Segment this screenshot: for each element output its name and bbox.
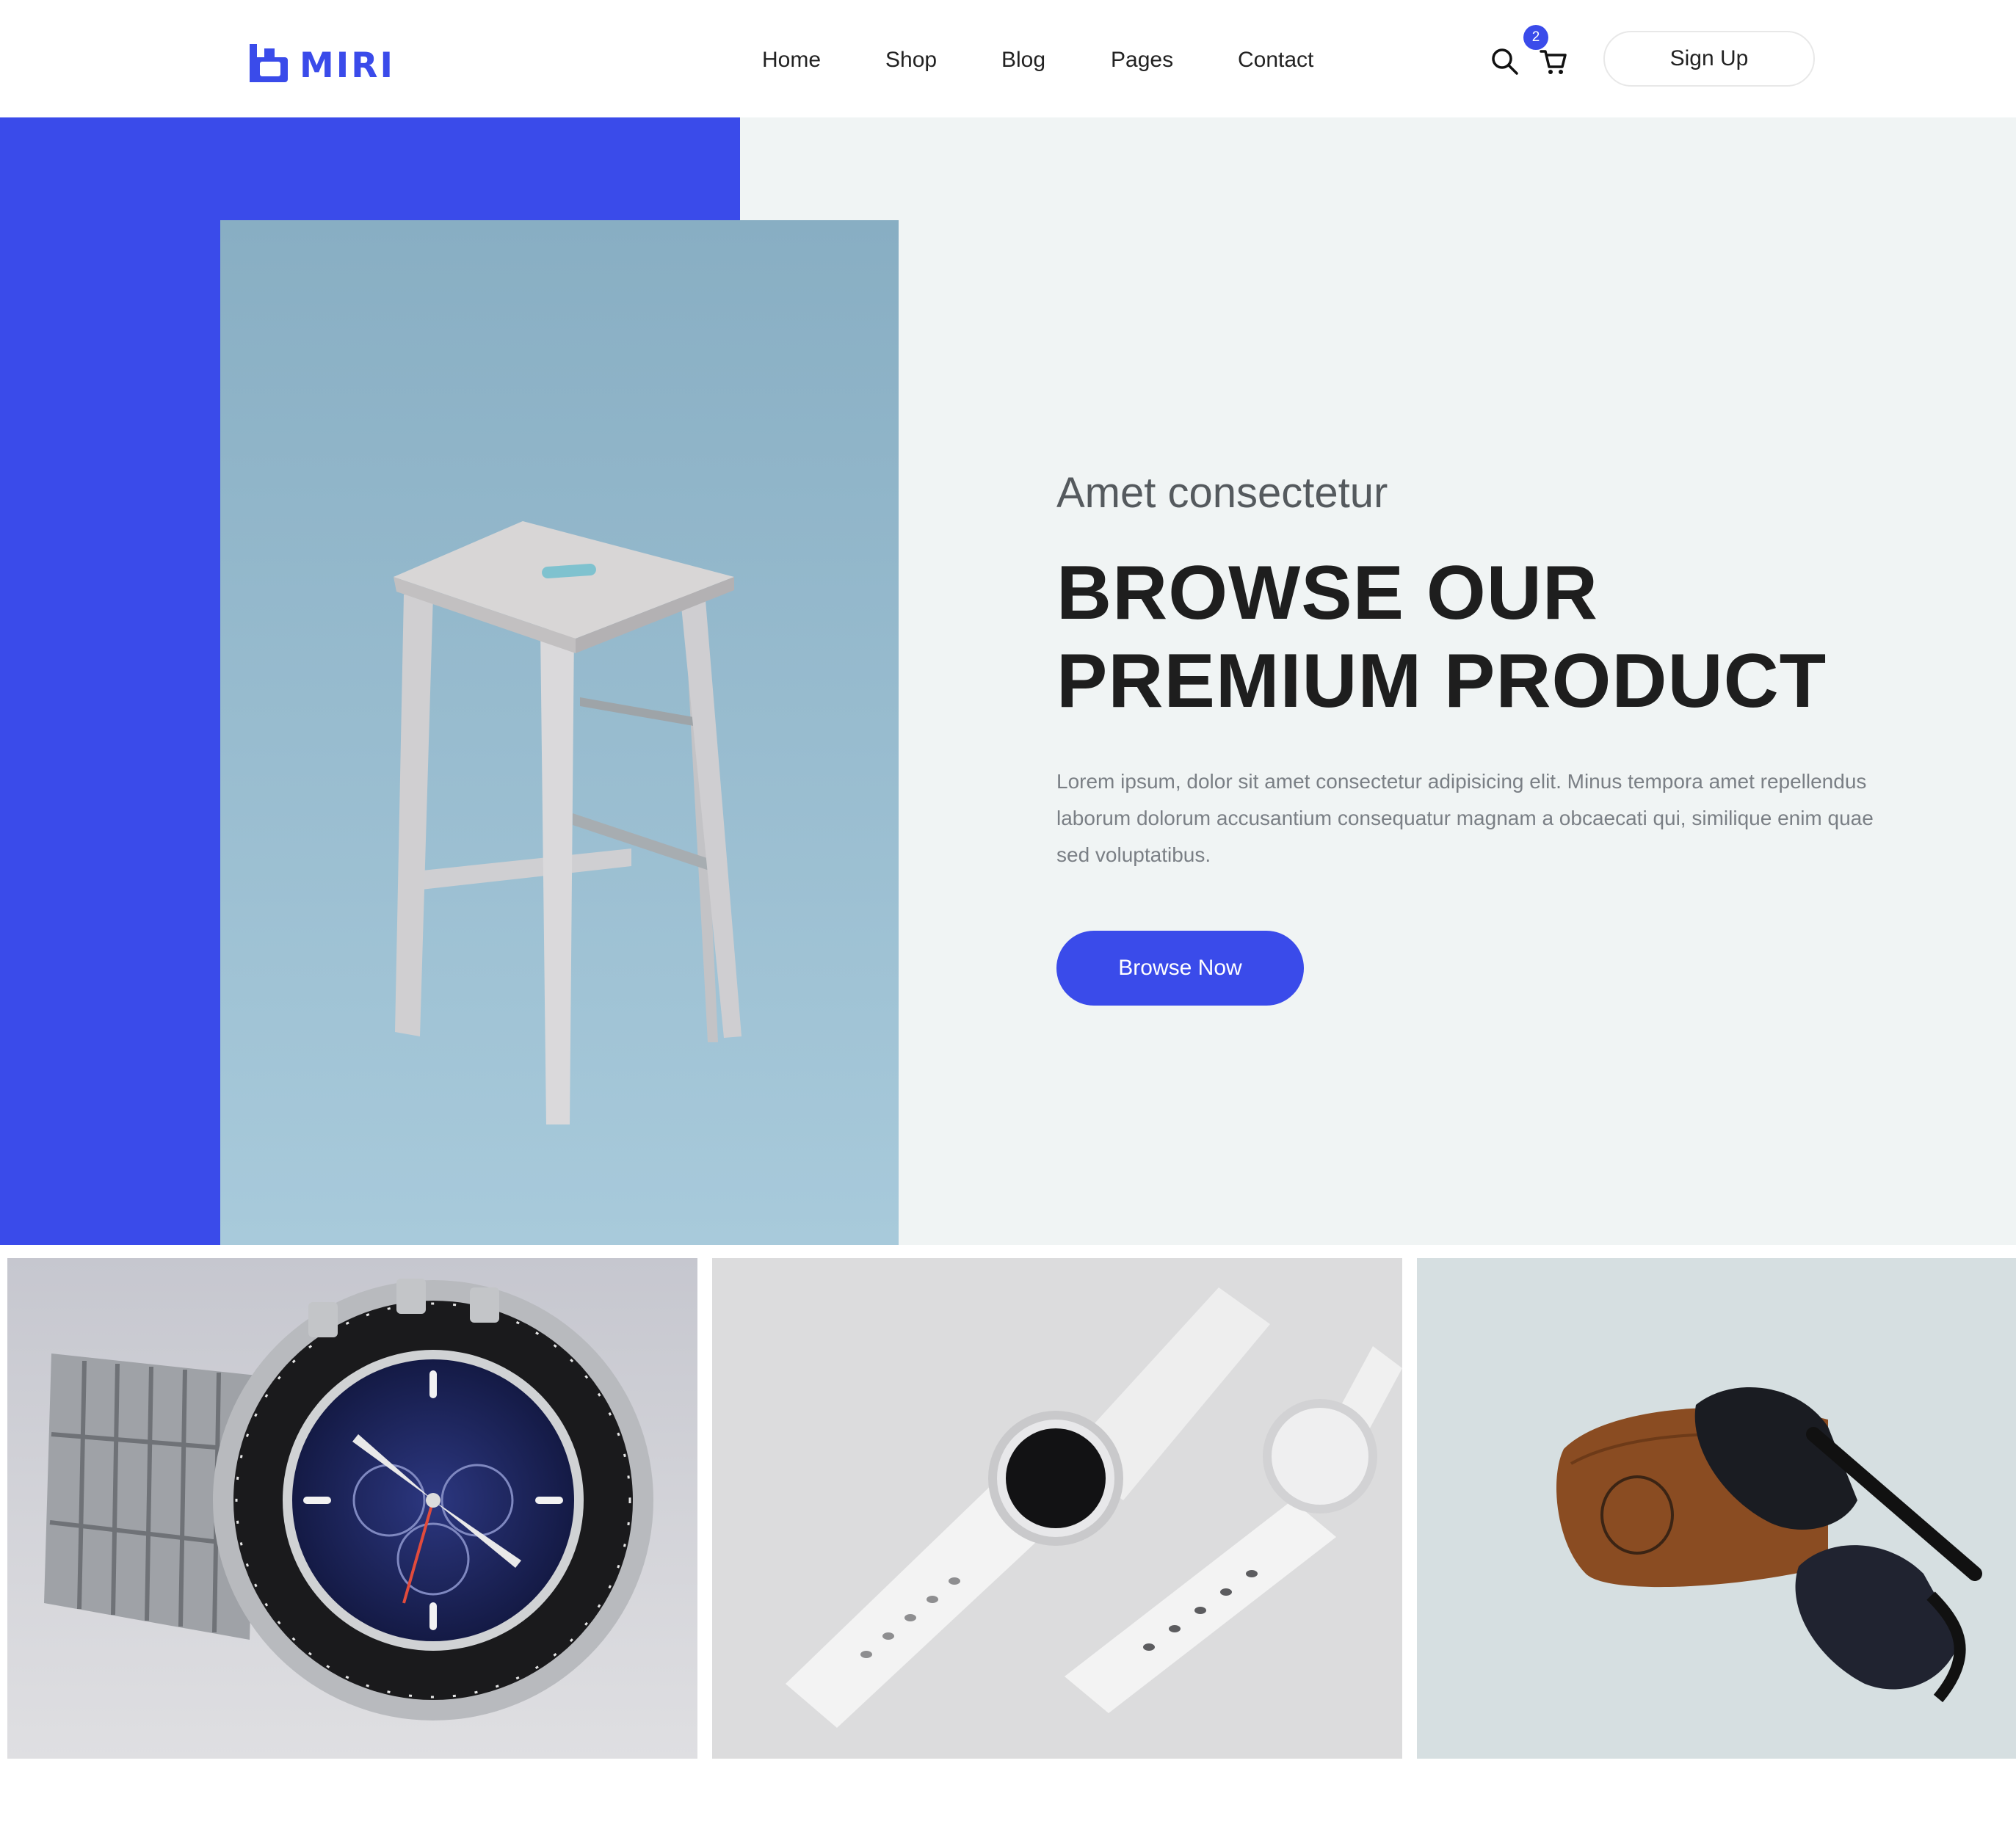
signup-button[interactable]: Sign Up	[1603, 31, 1815, 87]
hero-headline: BROWSE OUR PREMIUM PRODUCT	[1056, 549, 1937, 725]
white-smartwatches-illustration	[712, 1258, 1402, 1759]
hero-eyebrow: Amet consectetur	[1056, 469, 1388, 517]
hero-stool-image	[220, 220, 899, 1245]
site-header: MIRI Home Shop Blog Pages Contact 2 Sign…	[0, 0, 2016, 117]
hero-description: Lorem ipsum, dolor sit amet consectetur …	[1056, 770, 1874, 866]
nav-pages[interactable]: Pages	[1111, 44, 1173, 76]
search-icon[interactable]	[1490, 47, 1520, 76]
product-tile-sunglasses[interactable]	[1417, 1258, 2016, 1759]
cart-icon[interactable]	[1539, 47, 1568, 76]
nav-home[interactable]: Home	[762, 44, 821, 76]
sunglasses-illustration	[1417, 1258, 2016, 1759]
cart-count-badge: 2	[1523, 25, 1548, 50]
hero-headline-line1: BROWSE OUR	[1056, 550, 1598, 636]
nav-contact[interactable]: Contact	[1238, 44, 1313, 76]
nav-blog[interactable]: Blog	[1001, 44, 1045, 76]
product-tile-smartwatches[interactable]	[712, 1258, 1402, 1759]
chronograph-watch-illustration	[7, 1258, 697, 1759]
wooden-stool-illustration	[220, 220, 899, 1245]
nav-shop[interactable]: Shop	[885, 44, 937, 76]
browse-now-button[interactable]: Browse Now	[1056, 931, 1304, 1006]
hero-headline-line2: PREMIUM PRODUCT	[1056, 639, 1827, 724]
product-tile-watch[interactable]	[7, 1258, 697, 1759]
